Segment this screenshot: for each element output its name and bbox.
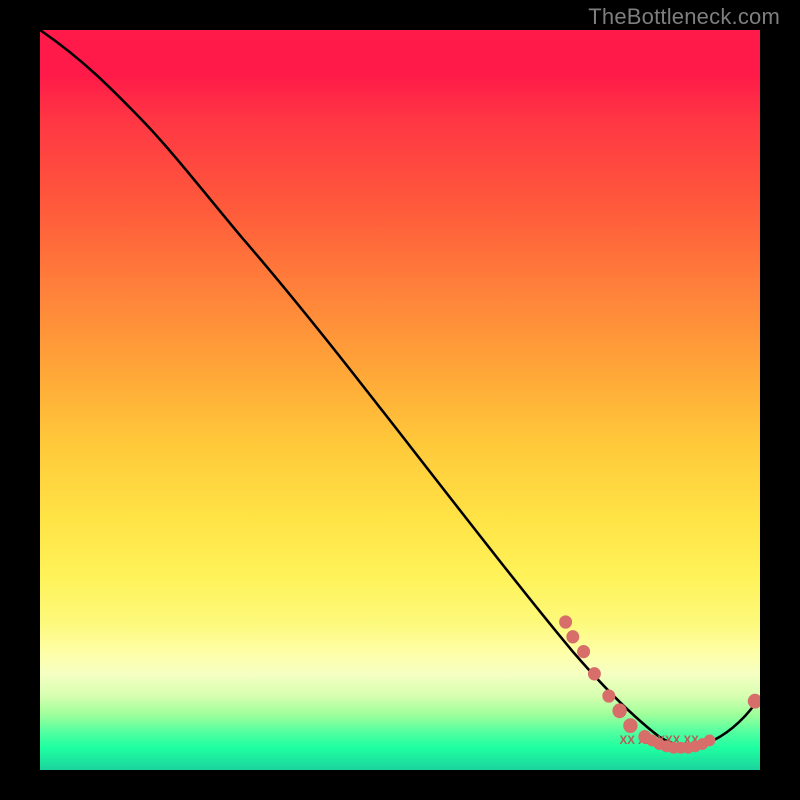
marker-dot	[566, 630, 579, 643]
marker-dot	[612, 703, 626, 718]
watermark-text: TheBottleneck.com	[588, 4, 780, 30]
marker-dot	[577, 645, 590, 658]
plot-area: XX XX-XXX XX	[40, 30, 760, 770]
marker-dot	[602, 689, 615, 702]
marker-dot	[623, 718, 637, 733]
curve-layer: XX XX-XXX XX	[40, 30, 760, 770]
marker-dot	[559, 615, 572, 628]
marker-dot	[748, 694, 760, 709]
marker-dot	[588, 667, 601, 680]
bottleneck-curve	[40, 30, 760, 746]
chart-stage: TheBottleneck.com XX XX-XXX XX	[0, 0, 800, 800]
marker-dot	[704, 734, 716, 746]
